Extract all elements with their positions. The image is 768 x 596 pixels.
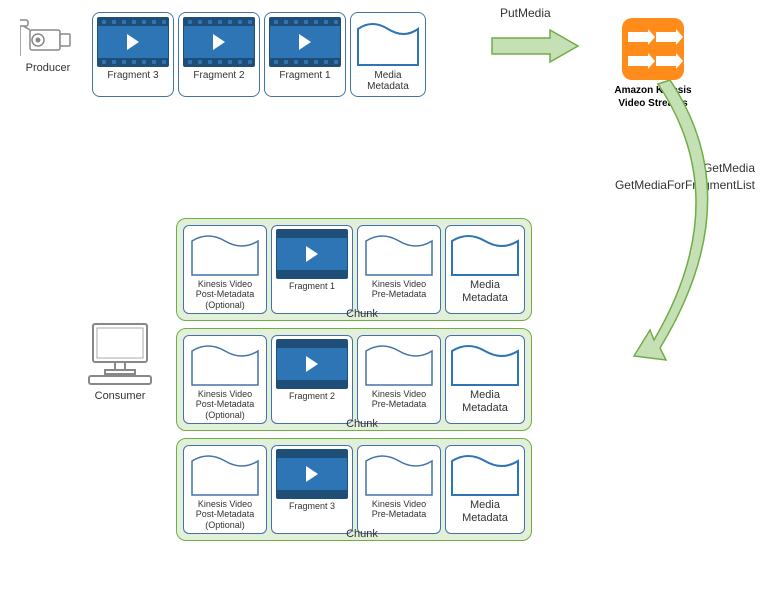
get-media-arrow-icon <box>630 80 760 370</box>
media-metadata-label: MediaMetadata <box>449 279 521 304</box>
media-metadata-label: MediaMetadata <box>449 389 521 414</box>
post-metadata-card: Kinesis VideoPost-Metadata(Optional) <box>183 335 267 424</box>
post-metadata-card: Kinesis VideoPost-Metadata(Optional) <box>183 445 267 534</box>
post-metadata-label: Kinesis VideoPost-Metadata(Optional) <box>187 389 263 420</box>
metadata-icon <box>364 339 434 387</box>
metadata-icon <box>356 17 420 67</box>
video-icon <box>97 17 169 67</box>
media-metadata-card: MediaMetadata <box>445 335 525 424</box>
fragment-label: Fragment 1 <box>269 70 341 81</box>
put-media-arrow-icon <box>490 28 580 64</box>
producer-label: Producer <box>12 62 84 74</box>
metadata-icon <box>190 339 260 387</box>
metadata-icon <box>190 449 260 497</box>
metadata-icon <box>450 449 520 497</box>
consumer-label: Consumer <box>75 390 165 402</box>
video-icon <box>269 17 341 67</box>
metadata-icon <box>364 449 434 497</box>
fragment-card: Fragment 3 <box>271 445 353 534</box>
fragment-label: Fragment 1 <box>275 281 349 291</box>
video-icon <box>276 449 348 499</box>
chunk-label: Chunk <box>176 528 548 540</box>
metadata-icon <box>364 229 434 277</box>
computer-icon <box>87 320 153 386</box>
fragment-label: Fragment 2 <box>183 70 255 81</box>
fragment-card: Fragment 2 <box>271 335 353 424</box>
chunk-container: Kinesis VideoPost-Metadata(Optional) Fra… <box>176 218 532 321</box>
media-metadata-card: MediaMetadata <box>350 12 426 97</box>
pre-metadata-card: Kinesis VideoPre-Metadata <box>357 335 441 424</box>
consumer-block: Consumer <box>75 320 165 402</box>
media-metadata-card: MediaMetadata <box>445 445 525 534</box>
chunk-container: Kinesis VideoPost-Metadata(Optional) Fra… <box>176 328 532 431</box>
kinesis-icon <box>622 18 684 80</box>
post-metadata-label: Kinesis VideoPost-Metadata(Optional) <box>187 279 263 310</box>
metadata-icon <box>450 229 520 277</box>
chunk-container: Kinesis VideoPost-Metadata(Optional) Fra… <box>176 438 532 541</box>
chunk-label: Chunk <box>176 418 548 430</box>
fragment-card: Fragment 3 <box>92 12 174 97</box>
producer-stream-row: Fragment 3 Fragment 2 Fragment 1 <box>92 12 426 97</box>
metadata-icon <box>450 339 520 387</box>
media-metadata-label: MediaMetadata <box>355 70 421 92</box>
pre-metadata-label: Kinesis VideoPre-Metadata <box>361 279 437 300</box>
video-icon <box>276 339 348 389</box>
fragment-card: Fragment 2 <box>178 12 260 97</box>
chunk-label: Chunk <box>176 308 548 320</box>
media-metadata-card: MediaMetadata <box>445 225 525 314</box>
pre-metadata-label: Kinesis VideoPre-Metadata <box>361 499 437 520</box>
fragment-label: Fragment 2 <box>275 391 349 401</box>
metadata-icon <box>190 229 260 277</box>
camera-icon <box>20 18 76 58</box>
pre-metadata-label: Kinesis VideoPre-Metadata <box>361 389 437 410</box>
video-icon <box>183 17 255 67</box>
media-metadata-label: MediaMetadata <box>449 499 521 524</box>
fragment-card: Fragment 1 <box>264 12 346 97</box>
pre-metadata-card: Kinesis VideoPre-Metadata <box>357 225 441 314</box>
video-icon <box>276 229 348 279</box>
fragment-label: Fragment 3 <box>275 501 349 511</box>
fragment-card: Fragment 1 <box>271 225 353 314</box>
put-media-label: PutMedia <box>500 6 551 20</box>
post-metadata-card: Kinesis VideoPost-Metadata(Optional) <box>183 225 267 314</box>
post-metadata-label: Kinesis VideoPost-Metadata(Optional) <box>187 499 263 530</box>
producer-block: Producer <box>12 18 84 74</box>
fragment-label: Fragment 3 <box>97 70 169 81</box>
pre-metadata-card: Kinesis VideoPre-Metadata <box>357 445 441 534</box>
